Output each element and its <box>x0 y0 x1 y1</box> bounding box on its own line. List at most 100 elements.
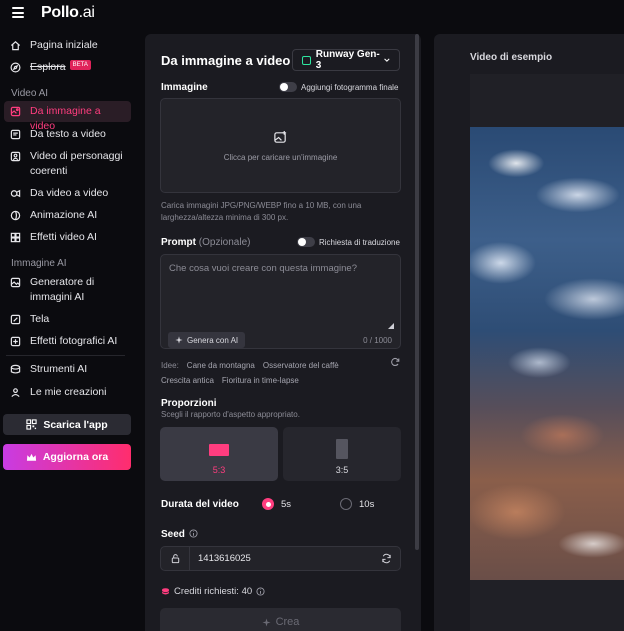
credits-required: Crediti richiesti: 40 <box>161 586 269 597</box>
duration-option-5s[interactable]: 5s <box>262 498 291 510</box>
lock-icon[interactable] <box>170 553 181 564</box>
canvas-icon <box>10 314 21 325</box>
sidebar-item-text-to-video[interactable]: Da testo a video <box>4 127 131 142</box>
beta-badge: BETA <box>69 60 91 70</box>
sidebar-item-canvas[interactable]: Tela <box>4 312 131 327</box>
generate-ai-button[interactable]: Genera con AI <box>168 332 246 348</box>
sidebar-item-label: Strumenti AI <box>30 363 88 375</box>
ideas-label: Idee: <box>161 361 179 370</box>
info-icon[interactable] <box>256 587 265 596</box>
sidebar-item-label: Effetti fotografici AI <box>30 335 118 347</box>
generation-panel: Da immagine a video Runway Gen-3 Immagin… <box>145 34 421 631</box>
sidebar-item-animation[interactable]: Animazione AI <box>4 208 131 223</box>
prompt-input[interactable]: Che cosa vuoi creare con questa immagine… <box>160 254 401 349</box>
upload-hint: Carica immagini JPG/PNG/WEBP fino a 10 M… <box>161 201 362 222</box>
seed-input[interactable]: 1413616025 <box>160 546 401 571</box>
sidebar-item-ai-tools[interactable]: Strumenti AI <box>4 362 131 377</box>
seed-label-text: Seed <box>161 529 185 540</box>
logo[interactable]: Pollo.ai <box>41 4 95 22</box>
preview-title: Video di esempio <box>470 52 553 63</box>
text-video-icon <box>10 129 21 140</box>
translation-label: Richiesta di traduzione <box>319 237 400 247</box>
sidebar-item-character-video[interactable]: Video di personaggi coerenti <box>4 149 131 179</box>
proportions-sub: Scegli il rapporto d'aspetto appropriato… <box>161 410 300 419</box>
effects-icon <box>10 232 21 243</box>
prompt-label: Prompt (Opzionale) <box>161 237 250 248</box>
sidebar-item-image-generator[interactable]: Generatore di immagini AI <box>4 275 131 305</box>
logo-main: Pollo <box>41 4 79 21</box>
upgrade-button[interactable]: Aggiorna ora <box>3 444 131 470</box>
randomize-seed-icon[interactable] <box>381 553 392 564</box>
creations-icon <box>10 387 21 398</box>
idea-chip[interactable]: Fioritura in time-lapse <box>222 376 299 385</box>
sidebar-item-video-effects[interactable]: Effetti video AI <box>4 230 131 245</box>
resize-handle-icon[interactable] <box>388 323 394 329</box>
sidebar-item-image-to-video[interactable]: Da immagine a video <box>4 101 131 132</box>
ideas-list: Idee: Cane da montagna Osservatore del caf… <box>161 358 401 388</box>
sidebar-item-label: Da video a video <box>30 187 109 199</box>
idea-chip[interactable]: Crescita antica <box>161 376 214 385</box>
radio-unselected[interactable] <box>340 498 352 510</box>
translation-toggle[interactable] <box>297 237 315 247</box>
upload-text: Clicca per caricare un'immagine <box>223 152 338 162</box>
prompt-optional: (Opzionale) <box>198 237 251 248</box>
radio-selected[interactable] <box>262 498 274 510</box>
create-button[interactable]: Crea <box>160 608 401 631</box>
upload-image-icon <box>274 130 287 143</box>
image-upload-area[interactable]: Clicca per caricare un'immagine <box>160 98 401 193</box>
crown-icon <box>26 453 36 461</box>
sidebar-item-label: Pagina iniziale <box>30 39 98 51</box>
duration-value: 5s <box>281 498 292 510</box>
page-title: Da immagine a video <box>161 53 291 68</box>
model-select[interactable]: Runway Gen-3 <box>292 49 400 71</box>
sidebar-item-label: Video di personaggi coerenti <box>30 150 123 177</box>
ratio-label: 3:5 <box>335 465 349 475</box>
sparkle-icon <box>175 336 183 344</box>
runway-logo-icon <box>302 55 311 65</box>
seed-divider <box>189 547 190 570</box>
logo-suffix: .ai <box>78 4 95 21</box>
refresh-ideas-icon[interactable] <box>390 357 400 367</box>
translation-toggle-row: Richiesta di traduzione <box>297 237 400 247</box>
sparkle-icon <box>262 617 271 627</box>
menu-icon[interactable] <box>12 7 24 18</box>
preview-panel: Video di esempio <box>434 34 624 631</box>
image-gen-icon <box>10 277 21 288</box>
char-counter: 0 / 1000 <box>363 336 392 345</box>
sidebar-item-my-creations[interactable]: Le mie creazioni <box>4 385 131 400</box>
final-frame-toggle-row: Aggiungi fotogramma finale <box>279 82 398 92</box>
final-frame-toggle[interactable] <box>279 82 297 92</box>
sidebar-item-photo-effects[interactable]: Effetti fotografici AI <box>4 334 131 349</box>
panel-scrollbar[interactable] <box>415 34 419 550</box>
duration-label: Durata del video <box>161 499 239 510</box>
duration-option-10s[interactable]: 10s <box>340 498 374 510</box>
sidebar-item-explore[interactable]: Esplora BETA <box>4 60 131 75</box>
sidebar-item-label: Da testo a video <box>30 128 106 140</box>
sample-video[interactable] <box>470 127 624 580</box>
download-app-label: Scarica l'app <box>43 418 108 431</box>
compass-icon <box>10 62 21 73</box>
animation-icon <box>10 210 21 221</box>
prompt-label-text: Prompt <box>161 237 196 248</box>
proportions-label: Proporzioni <box>161 398 217 409</box>
ratio-option-3-5[interactable]: 3:5 <box>283 427 401 481</box>
sidebar-item-video-to-video[interactable]: Da video a video <box>4 186 131 201</box>
qr-icon <box>26 419 37 430</box>
seed-value[interactable]: 1413616025 <box>198 553 251 564</box>
download-app-button[interactable]: Scarica l'app <box>3 414 131 435</box>
sidebar-item-label: Esplora <box>30 61 66 73</box>
section-label-video: Video AI <box>11 88 49 99</box>
portrait-shape <box>336 439 348 459</box>
top-bar: Pollo.ai <box>0 0 624 28</box>
sidebar-item-home[interactable]: Pagina iniziale <box>4 38 131 53</box>
idea-chip[interactable]: Cane da montagna <box>187 361 255 370</box>
ratio-option-5-3[interactable]: 5:3 <box>160 427 278 481</box>
credits-text: Crediti richiesti: 40 <box>174 586 253 597</box>
prompt-placeholder: Che cosa vuoi creare con questa immagine… <box>169 263 357 274</box>
generate-ai-label: Genera con AI <box>187 335 239 345</box>
info-icon[interactable] <box>189 529 198 538</box>
sidebar-item-label: Le mie creazioni <box>30 386 107 398</box>
idea-chip[interactable]: Osservatore del caffè <box>263 361 339 370</box>
character-icon <box>10 151 21 162</box>
ratio-label: 5:3 <box>212 465 226 475</box>
